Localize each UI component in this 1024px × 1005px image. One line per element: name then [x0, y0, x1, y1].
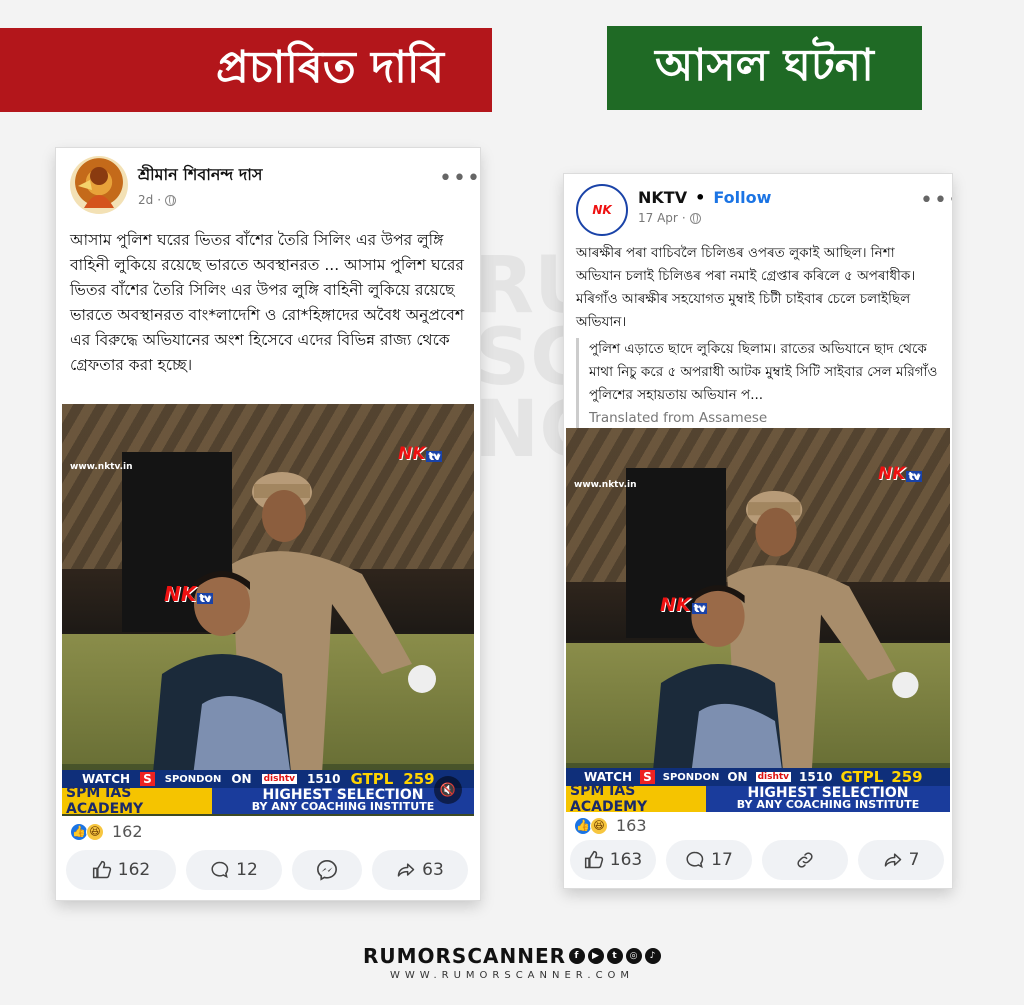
brand-url[interactable]: WWW.RUMORSCANNER.COM [0, 970, 1024, 981]
comment-icon [211, 861, 229, 879]
reactions-count: 162 [112, 822, 143, 841]
share-arrow-icon [884, 853, 901, 867]
action-bar: 163 17 7 [570, 840, 944, 880]
video-site-watermark: www.nktv.in [70, 462, 133, 472]
translated-text: পুলিশ এড়াতে ছাদে লুকিয়ে ছিলাম। রাতের অ… [589, 341, 938, 403]
nktv-logo-icon: NK [592, 203, 612, 217]
haha-reaction-icon: 😆 [590, 816, 608, 835]
video-ticker: WATCH S SPONDON ON dishtv 1510 GTPL 259 … [566, 768, 950, 812]
channel-logo-corner: NK tv [878, 464, 922, 484]
avatar[interactable]: NK [576, 184, 628, 236]
mute-icon[interactable]: 🔇 [434, 776, 462, 804]
post-header: NK NKTV • Follow 17 Apr · [576, 184, 771, 236]
twitter-icon[interactable]: t [607, 948, 624, 964]
post-text: আৰক্ষীৰ পৰা বাচিবলৈ চিলিঙৰ ওপৰত লুকাই আছ… [576, 245, 916, 330]
reactions-summary[interactable]: 👍 😆 162 [70, 822, 143, 841]
channel-logo-center: NK tv [660, 594, 707, 616]
share-arrow-icon [397, 863, 415, 877]
post-text: আসাম পুলিশ ঘরের ভিতর বাঁশের তৈরি সিলিং এ… [70, 231, 465, 374]
claim-banner: প্ৰচাৰিত দাবি [0, 28, 492, 112]
like-button[interactable]: 162 [66, 850, 176, 890]
fact-post-card: NK NKTV • Follow 17 Apr · ••• আৰক্ষীৰ পৰ… [564, 174, 952, 888]
link-icon [797, 852, 813, 868]
messenger-icon [317, 860, 337, 881]
comment-button[interactable]: 17 [666, 840, 752, 880]
post-meta: 17 Apr · [638, 211, 771, 225]
brand-name: RUMORSCANNER [362, 944, 567, 968]
share-button[interactable]: 7 [858, 840, 944, 880]
follow-button[interactable]: Follow [713, 188, 771, 207]
translation-block: পুলিশ এড়াতে ছাদে লুকিয়ে ছিলাম। রাতের অ… [576, 338, 944, 430]
more-options-button[interactable]: ••• [920, 190, 952, 212]
instagram-icon[interactable]: ◎ [626, 948, 643, 964]
video-player[interactable]: www.nktv.in NK tv NK tv WATCH S SPONDON ON… [62, 404, 474, 816]
globe-icon [689, 212, 701, 224]
reactions-count: 163 [616, 816, 647, 835]
post-time[interactable]: 2d [138, 193, 153, 207]
copy-link-button[interactable] [762, 840, 848, 880]
share-button[interactable]: 63 [372, 850, 468, 890]
channel-logo-center: NK tv [164, 582, 213, 606]
translated-from-link[interactable]: Translated from Assamese [589, 407, 944, 430]
facebook-icon[interactable]: f [569, 948, 586, 964]
post-header: শ্রীমান শিবানন্দ দাস 2d · [70, 156, 262, 214]
post-time[interactable]: 17 Apr [638, 211, 678, 225]
more-options-button[interactable]: ••• [439, 168, 480, 190]
reactions-summary[interactable]: 👍 😆 163 [574, 816, 647, 835]
tiktok-icon[interactable]: ♪ [645, 948, 662, 964]
action-bar: 162 12 63 [66, 850, 468, 890]
footer-branding: RUMORSCANNER f ▶ t ◎ ♪ WWW.RUMORSCANNER.… [0, 944, 1024, 981]
avatar[interactable] [70, 156, 128, 214]
comment-button[interactable]: 12 [186, 850, 282, 890]
video-player[interactable]: www.nktv.in NK tv NK tv WATCH S SPONDON ON… [566, 428, 950, 812]
post-meta: 2d · [138, 193, 262, 207]
fact-banner: আসল ঘটনা [607, 26, 922, 110]
channel-logo-corner: NK tv [398, 444, 442, 464]
youtube-icon[interactable]: ▶ [588, 948, 605, 964]
thumbs-up-icon [584, 850, 603, 869]
deity-image-icon [78, 167, 114, 208]
claim-post-card: শ্রীমান শিবানন্দ দাস 2d · ••• আসাম পুলিশ… [56, 148, 480, 900]
messenger-button[interactable] [292, 850, 362, 890]
like-button[interactable]: 163 [570, 840, 656, 880]
haha-reaction-icon: 😆 [86, 822, 104, 841]
thumbs-up-icon [92, 860, 111, 879]
comment-icon [686, 851, 704, 869]
author-name[interactable]: শ্রীমান শিবানন্দ দাস [138, 162, 262, 189]
video-ticker: WATCH S SPONDON ON dishtv 1510 GTPL 259 … [62, 770, 474, 816]
video-site-watermark: www.nktv.in [574, 480, 637, 490]
author-name[interactable]: NKTV [638, 188, 687, 207]
globe-icon [165, 194, 177, 206]
